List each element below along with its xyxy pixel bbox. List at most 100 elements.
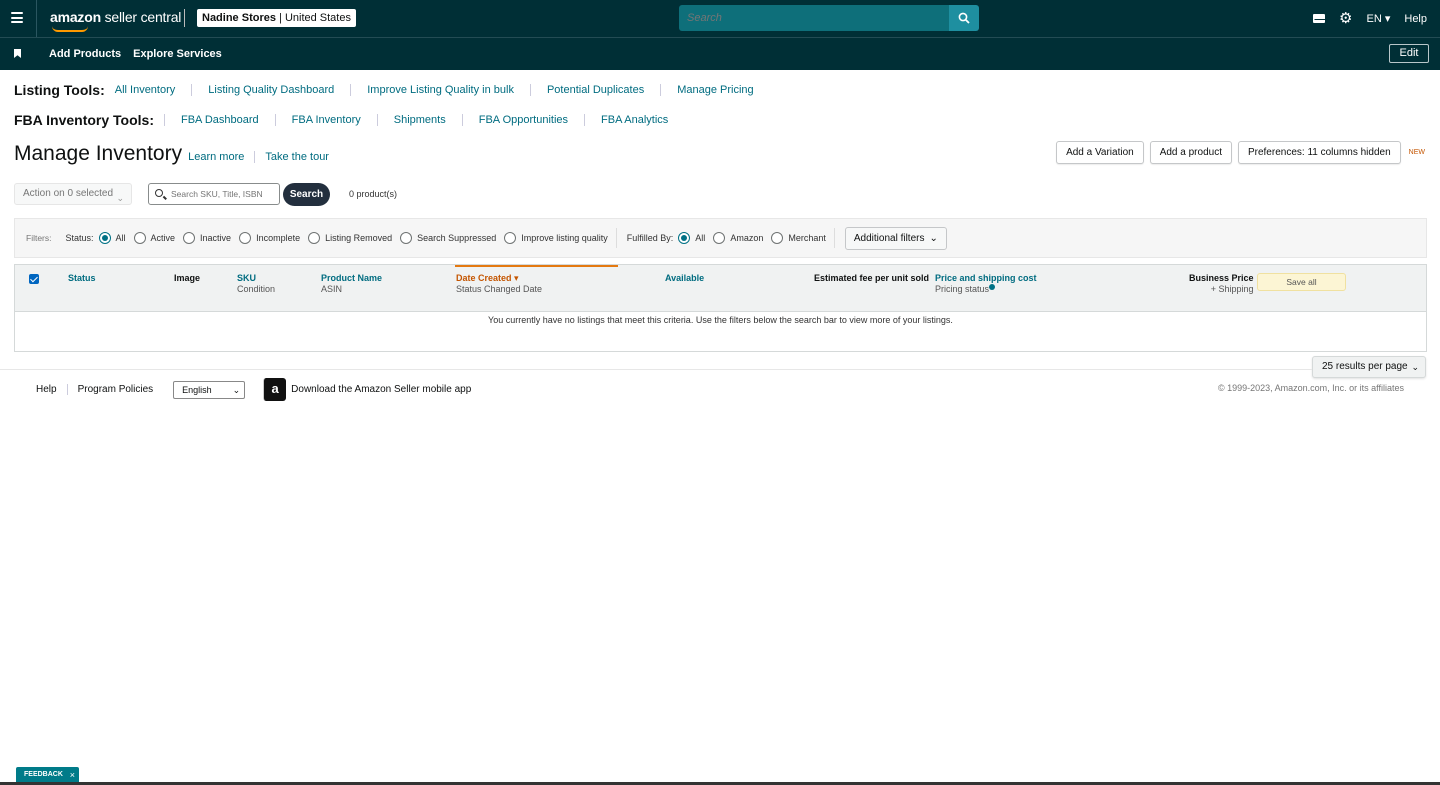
nav-explore-services[interactable]: Explore Services [133,48,222,60]
mail-icon[interactable] [1313,14,1327,23]
column-available-label: Available [665,273,705,283]
divider [184,9,185,27]
page-title-row: Manage Inventory Learn more Take the tou… [14,142,339,166]
gear-icon[interactable]: ⚙ [1339,11,1352,26]
bookmark-icon[interactable] [14,49,21,58]
link-improve-listing-quality[interactable]: Improve Listing Quality in bulk [350,84,530,96]
radio-label: Improve listing quality [521,233,608,243]
divider [36,0,37,37]
status-radio-all[interactable]: All [98,232,126,244]
preferences-button[interactable]: Preferences: 11 columns hidden [1237,141,1401,164]
amazon-smile-icon [52,26,88,32]
menu-icon[interactable] [11,12,23,23]
radio-icon [133,232,146,244]
header-utilities: ⚙ EN ▾ Help [1313,0,1427,37]
feedback-button[interactable]: FEEDBACK × [16,767,79,783]
footer-program-policies-link[interactable]: Program Policies [66,384,164,395]
radio-icon [239,232,252,244]
footer-language-select[interactable]: English ⌄ [173,380,246,399]
footer-help-link[interactable]: Help [36,384,67,395]
listing-tools-label: Listing Tools: [14,82,105,98]
nav-add-products[interactable]: Add Products [49,48,121,60]
link-fba-analytics[interactable]: FBA Analytics [584,114,684,126]
column-date-created-sub: Status Changed Date [456,284,543,294]
inventory-search-input[interactable] [171,187,276,201]
language-selector[interactable]: EN ▾ [1367,12,1391,25]
link-fba-dashboard[interactable]: FBA Dashboard [164,114,275,126]
global-search-input[interactable] [679,5,949,31]
column-product-name-label: Product Name [321,273,383,283]
add-variation-button[interactable]: Add a Variation [1056,141,1144,164]
column-image-label: Image [174,273,201,283]
column-date-created[interactable]: Date Created ▾ Status Changed Date [456,273,542,295]
status-radio-search-suppressed[interactable]: Search Suppressed [400,232,496,244]
radio-label: All [115,233,126,243]
additional-filters-button[interactable]: Additional filters ⌄ [844,226,947,250]
top-navbar: amazon seller central Nadine Stores | Un… [0,0,1440,37]
bulk-action-label: Action on 0 selected [23,188,114,199]
column-sku[interactable]: SKU Condition [237,273,275,295]
additional-filters-label: Additional filters [853,232,925,244]
fulfilled-radio-amazon[interactable]: Amazon [713,232,763,244]
link-all-inventory[interactable]: All Inventory [115,84,192,96]
save-all-button[interactable]: Save all [1257,273,1346,291]
sorted-column-indicator [455,265,618,267]
chevron-down-icon: ▾ [1384,13,1391,25]
status-filter-label: Status: [65,233,94,243]
bookmarked-links: Add Products Explore Services [49,48,222,60]
column-price-shipping[interactable]: Price and shipping cost Pricing status [935,273,1037,295]
chevron-down-icon: ⌄ [1411,362,1419,372]
radio-selected-icon [678,232,691,244]
radio-label: Search Suppressed [417,233,497,243]
radio-label: Incomplete [256,233,301,243]
edit-button[interactable]: Edit [1389,44,1429,63]
link-listing-quality-dashboard[interactable]: Listing Quality Dashboard [191,84,350,96]
fulfilled-radio-merchant[interactable]: Merchant [771,232,826,244]
take-tour-link[interactable]: Take the tour [254,151,339,163]
link-fba-opportunities[interactable]: FBA Opportunities [461,114,584,126]
filters-label: Filters: [26,233,52,243]
search-icon [958,12,970,24]
radio-label: Merchant [788,233,826,243]
radio-icon [400,232,413,244]
column-product-name[interactable]: Product Name ASIN [321,273,382,295]
help-link[interactable]: Help [1404,13,1427,25]
column-product-name-sub: ASIN [321,284,343,294]
learn-more-link[interactable]: Learn more [188,151,254,163]
store-selector[interactable]: Nadine Stores | United States [197,9,356,27]
search-button[interactable]: Search [283,183,330,206]
select-all-checkbox[interactable] [29,274,39,284]
radio-icon [504,232,517,244]
status-radio-improve-listing-quality[interactable]: Improve listing quality [504,232,608,244]
link-potential-duplicates[interactable]: Potential Duplicates [529,84,660,96]
column-sku-label: SKU [237,273,257,283]
fba-tools-label: FBA Inventory Tools: [14,112,154,128]
fulfilled-radio-all[interactable]: All [678,232,705,244]
column-date-created-label: Date Created [456,273,512,283]
status-radio-incomplete[interactable]: Incomplete [239,232,300,244]
column-status[interactable]: Status [68,273,96,284]
global-search-button[interactable] [949,5,979,31]
link-shipments[interactable]: Shipments [376,114,462,126]
column-price-shipping-label: Price and shipping cost [935,273,1037,283]
close-icon[interactable]: × [70,767,75,783]
link-manage-pricing[interactable]: Manage Pricing [660,84,769,96]
status-radio-listing-removed[interactable]: Listing Removed [308,232,392,244]
results-per-page-select[interactable]: 25 results per page ⌄ [1312,356,1426,378]
store-name: Nadine Stores [202,12,276,24]
status-radio-inactive[interactable]: Inactive [183,232,231,244]
column-business-price-sub: + Shipping [1210,284,1254,294]
bulk-action-select[interactable]: Action on 0 selected ⌄ [14,183,132,205]
link-fba-inventory[interactable]: FBA Inventory [274,114,377,126]
download-app-link[interactable]: Download the Amazon Seller mobile app [291,384,471,395]
status-radio-active[interactable]: Active [133,232,175,244]
results-per-page-label: 25 results per page [1322,361,1408,372]
amazon-seller-central-logo[interactable]: amazon seller central [50,9,181,32]
logo-text-bold: amazon [50,9,101,25]
amazon-app-icon[interactable]: a [263,378,287,401]
column-image: Image [174,273,200,284]
info-icon[interactable] [989,284,996,290]
feedback-label: FEEDBACK [24,771,63,778]
column-available[interactable]: Available [665,273,704,284]
add-product-button[interactable]: Add a product [1149,141,1232,164]
